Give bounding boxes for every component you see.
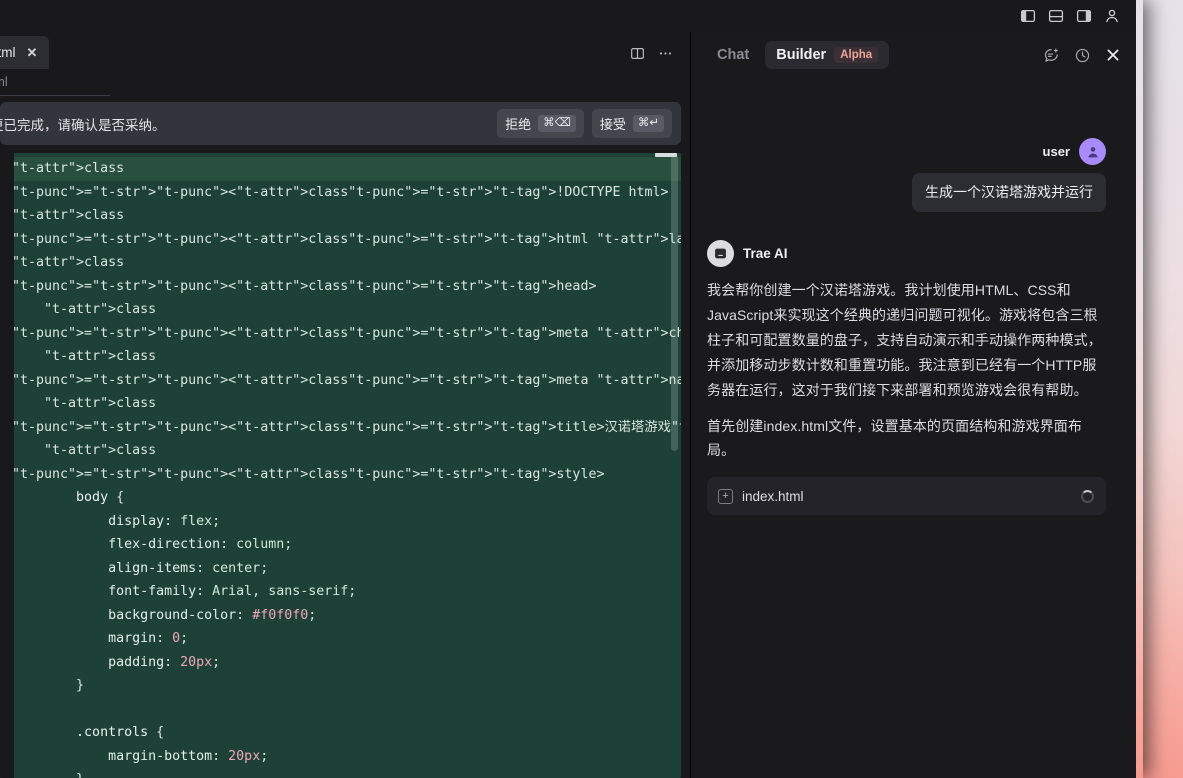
code-line: background-color: #f0f0f0; [14,604,681,628]
code-line: align-items: center; [14,557,681,581]
editor-pane: ex.html ✕ [0,32,690,778]
window-titlebar [0,0,1136,32]
code-line: } [14,768,681,778]
code-line: "t-attr">class [14,439,681,463]
user-message-bubble[interactable]: 生成一个汉诺塔游戏并运行 [912,173,1106,212]
code-content: "t-attr">class"t-punc">="t-str">"t-punc"… [14,157,681,778]
editor-gutter [0,153,14,778]
wallpaper-right-strip [1136,0,1183,778]
scrollbar-thumb[interactable] [671,155,678,451]
loading-spinner-icon [1081,490,1094,503]
code-line [14,698,681,722]
trae-ide-window: ex.html ✕ [0,0,1136,778]
editor-toolbar [624,41,690,69]
reject-shortcut: ⌘⌫ [538,115,576,133]
file-card-name: index.html [742,489,1072,504]
workspace-split: ex.html ✕ [0,32,1136,778]
code-line: "t-attr">class [14,204,681,228]
add-file-icon: + [718,489,733,504]
code-line: margin: 0; [14,627,681,651]
ai-name-label: Trae AI [743,246,788,261]
split-editor-icon[interactable] [624,41,650,65]
code-line: "t-attr">class [14,298,681,322]
editor-scrollbar[interactable] [670,153,679,778]
editor-tab-index-html[interactable]: ex.html ✕ [0,36,49,69]
chat-message-list[interactable]: user 生成一个汉诺塔游戏并运行 [691,78,1136,778]
code-line: "t-attr">class [14,345,681,369]
ai-message-header: Trae AI [707,240,1106,267]
diff-banner-text: 更已完成，请确认是否采纳。 [0,114,489,134]
ai-chat-panel: Chat Builder Alpha [690,32,1136,778]
code-line: .controls { [14,721,681,745]
code-line: "t-attr">class [14,157,681,181]
tab-chat[interactable]: Chat [705,41,761,69]
code-line: "t-attr">class [14,251,681,275]
code-line: flex-direction: column; [14,533,681,557]
code-line: margin-bottom: 20px; [14,745,681,769]
panel-right-toggle-icon[interactable] [1070,4,1098,28]
account-icon[interactable] [1098,4,1126,28]
ai-message-paragraph-2: 首先创建index.html文件，设置基本的页面结构和游戏界面布局。 [707,414,1106,464]
tab-builder-label: Builder [776,47,826,63]
panel-left-toggle-icon[interactable] [1014,4,1042,28]
ai-message-paragraph-1: 我会帮你创建一个汉诺塔游戏。我计划使用HTML、CSS和JavaScript来实… [707,278,1106,403]
close-icon[interactable]: ✕ [25,45,40,60]
editor-tab-label: ex.html [0,45,16,60]
breadcrumb-divider [0,95,690,96]
editor-tab-strip: ex.html ✕ [0,32,690,69]
accept-label: 接受 [600,114,626,133]
code-line: "t-attr">class [14,392,681,416]
reject-changes-button[interactable]: 拒绝 ⌘⌫ [497,109,584,138]
user-name-label: user [1043,144,1070,159]
code-line: font-family: Arial, sans-serif; [14,580,681,604]
reject-label: 拒绝 [505,114,531,133]
file-card-index-html[interactable]: + index.html [707,477,1106,515]
close-panel-icon[interactable] [1100,43,1126,67]
tab-builder[interactable]: Builder Alpha [765,41,889,69]
code-line: body { [14,486,681,510]
alpha-badge: Alpha [834,47,878,63]
breadcrumb: html [0,69,690,95]
user-message-row: 生成一个汉诺塔游戏并运行 [707,173,1106,212]
code-editor[interactable]: "t-attr">class"t-punc">="t-str">"t-punc"… [0,153,681,778]
breadcrumb-item-html[interactable]: html [0,75,8,89]
accept-changes-button[interactable]: 接受 ⌘↵ [592,109,672,138]
code-line: } [14,674,681,698]
diff-confirm-banner: 更已完成，请确认是否采纳。 拒绝 ⌘⌫ 接受 ⌘↵ [0,102,681,145]
more-actions-icon[interactable] [652,41,678,65]
code-line: padding: 20px; [14,651,681,675]
chat-panel-header: Chat Builder Alpha [691,32,1136,78]
code-diff-view[interactable]: "t-attr">class"t-punc">="t-str">"t-punc"… [14,153,681,778]
avatar [1079,138,1106,165]
history-icon[interactable] [1069,43,1095,67]
ai-avatar-icon [707,240,734,267]
panel-bottom-toggle-icon[interactable] [1042,4,1070,28]
new-chat-icon[interactable] [1038,43,1064,67]
chat-header-actions [1038,43,1126,67]
user-message-header: user [707,138,1106,165]
accept-shortcut: ⌘↵ [633,115,664,133]
code-line: display: flex; [14,510,681,534]
